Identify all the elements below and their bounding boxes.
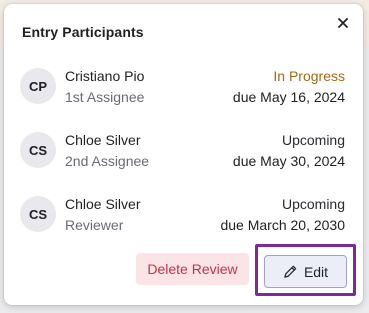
close-icon [338, 18, 348, 28]
participant-row: CS Chloe Silver 2nd Assignee Upcoming du… [4, 122, 363, 186]
pencil-icon [284, 265, 297, 278]
close-button[interactable] [333, 13, 353, 33]
participant-name: Chloe Silver [65, 196, 141, 212]
delete-review-button[interactable]: Delete Review [136, 253, 249, 285]
participant-name: Cristiano Pio [65, 68, 145, 84]
avatar: CS [20, 132, 56, 168]
edit-button-label: Edit [303, 263, 329, 280]
due-date: due May 30, 2024 [232, 153, 345, 169]
participant-name: Chloe Silver [65, 132, 141, 148]
avatar: CP [20, 68, 56, 104]
participants-list: CP Cristiano Pio 1st Assignee In Progres… [4, 58, 363, 250]
participant-role: Reviewer [65, 217, 124, 233]
participant-role: 1st Assignee [65, 89, 145, 105]
avatar: CS [20, 196, 56, 232]
participant-role: 2nd Assignee [65, 153, 150, 169]
edit-button[interactable]: Edit [264, 255, 347, 288]
popover-title: Entry Participants [22, 24, 144, 40]
due-date: due May 16, 2024 [232, 89, 345, 105]
participant-row: CS Chloe Silver Reviewer Upcoming due Ma… [4, 186, 363, 250]
status-label: In Progress [273, 68, 345, 84]
due-date: due March 20, 2030 [220, 217, 345, 233]
participant-row: CP Cristiano Pio 1st Assignee In Progres… [4, 58, 363, 122]
status-label: Upcoming [281, 196, 345, 212]
status-label: Upcoming [281, 132, 345, 148]
